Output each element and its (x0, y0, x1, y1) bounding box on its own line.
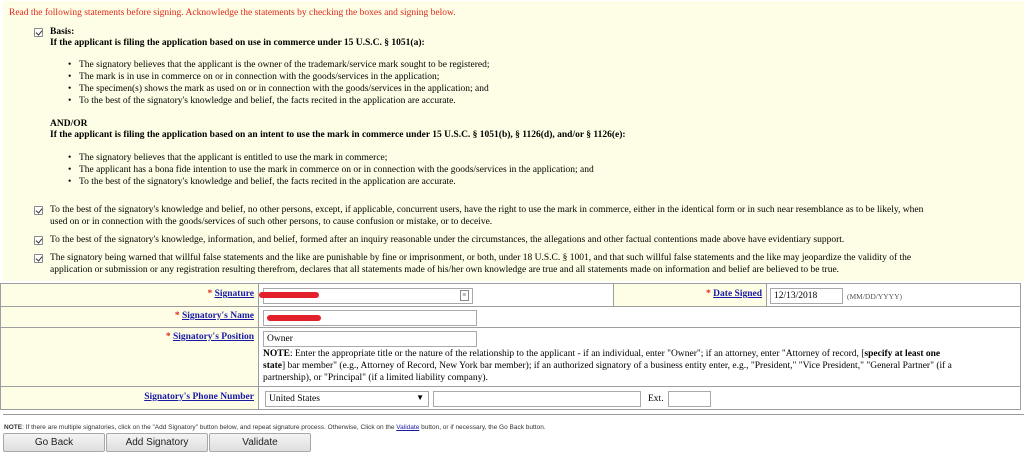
phone-ext-input[interactable] (668, 391, 711, 407)
signature-row: * Signature ≡ * Date Signed 12/13/2018 (… (0, 283, 1021, 307)
signature-field-icon: ≡ (460, 290, 469, 301)
intro-text: Read the following statements before sig… (9, 8, 456, 18)
date-format-hint: (MM/DD/YYYY) (847, 292, 902, 301)
statement-text: The signatory being warned that willful … (50, 253, 912, 275)
statement-checkbox[interactable] (34, 206, 43, 215)
use-heading: If the applicant is filing the applicati… (50, 38, 425, 48)
redaction-mark (259, 292, 319, 298)
date-signed-label: * Date Signed (706, 289, 762, 299)
chevron-down-icon: ▼ (416, 393, 424, 402)
signatory-name-help-link[interactable]: Signatory's Name (182, 311, 254, 321)
statement-text: To the best of the signatory's knowledge… (50, 235, 845, 245)
country-select[interactable]: United States ▼ (265, 391, 429, 407)
date-signed-input[interactable]: 12/13/2018 (770, 288, 843, 304)
phone-help-link[interactable]: Signatory's Phone Number (144, 392, 254, 402)
andor-label: AND/OR (50, 119, 88, 129)
use-bullet: The mark is in use in commerce on or in … (68, 72, 439, 82)
use-bullet: To the best of the signatory's knowledge… (68, 96, 456, 106)
redaction-mark (267, 315, 321, 321)
position-note: NOTE: Enter the appropriate title or the… (263, 349, 952, 383)
phone-label: Signatory's Phone Number (144, 392, 254, 402)
signature-help-link[interactable]: Signature (215, 289, 254, 299)
intent-bullet: The applicant has a bona fide intention … (68, 165, 594, 175)
signatory-position-row: * Signatory's Position Owner NOTE: Enter… (0, 327, 1021, 387)
intent-bullet: To the best of the signatory's knowledge… (68, 177, 456, 187)
intent-heading: If the applicant is filing the applicati… (50, 130, 626, 140)
statement-text: To the best of the signatory's knowledge… (50, 205, 924, 227)
validate-link[interactable]: Validate (396, 424, 419, 431)
use-bullet: The signatory believes that the applican… (68, 60, 489, 70)
signatory-name-row: * Signatory's Name (0, 306, 1021, 328)
validate-button[interactable]: Validate (209, 433, 311, 452)
phone-number-input[interactable] (433, 391, 641, 407)
ext-label: Ext. (648, 394, 664, 404)
signatory-position-help-link[interactable]: Signatory's Position (173, 332, 254, 342)
statement-checkbox[interactable] (34, 254, 43, 263)
basis-checkbox[interactable] (34, 28, 43, 37)
signatory-position-label: * Signatory's Position (165, 332, 254, 342)
statement-checkbox[interactable] (34, 236, 43, 245)
signatory-position-input[interactable]: Owner (263, 331, 477, 347)
use-bullet: The specimen(s) shows the mark as used o… (68, 84, 489, 94)
basis-heading: Basis: (50, 27, 75, 37)
divider (3, 414, 1024, 415)
signature-label: * Signature (207, 289, 254, 299)
go-back-button[interactable]: Go Back (3, 433, 105, 452)
phone-row: Signatory's Phone Number United States ▼… (0, 386, 1021, 410)
intent-bullet: The signatory believes that the applican… (68, 153, 387, 163)
footnote: NOTE: If there are multiple signatories,… (4, 424, 546, 431)
add-signatory-button[interactable]: Add Signatory (106, 433, 208, 452)
date-signed-help-link[interactable]: Date Signed (713, 289, 762, 299)
signatory-name-label: * Signatory's Name (174, 311, 254, 321)
